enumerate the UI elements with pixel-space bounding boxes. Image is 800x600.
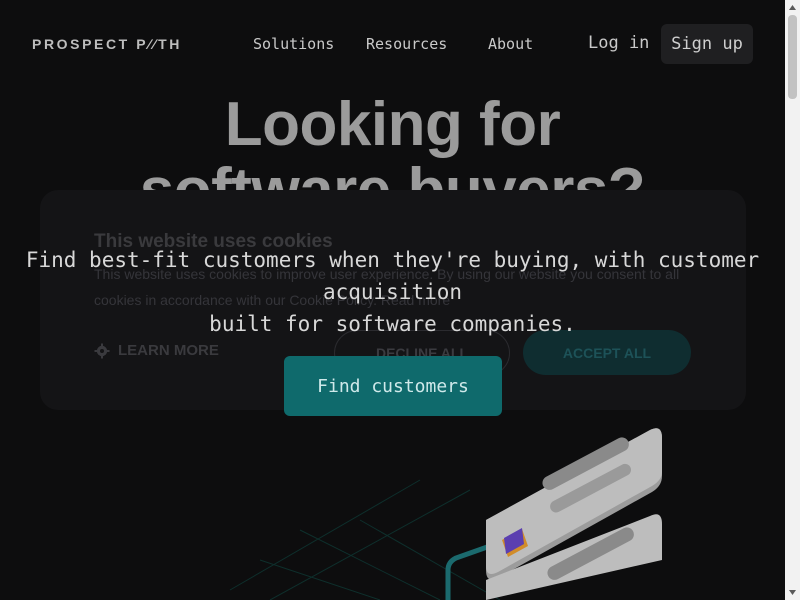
signup-button[interactable]: Sign up bbox=[661, 24, 753, 64]
login-link[interactable]: Log in bbox=[588, 33, 649, 53]
scrollbar-thumb[interactable] bbox=[788, 15, 797, 99]
nav-resources[interactable]: Resources bbox=[366, 35, 447, 53]
nav-about[interactable]: About bbox=[488, 35, 533, 53]
logo[interactable]: PROSPECT P∕∕TH bbox=[32, 36, 182, 52]
scrollbar[interactable] bbox=[785, 0, 800, 600]
scroll-up-icon[interactable] bbox=[785, 0, 800, 15]
grid-lines bbox=[229, 479, 501, 600]
learn-more-button[interactable]: LEARN MORE bbox=[94, 342, 219, 359]
page: PROSPECT P∕∕TH Solutions Resources About… bbox=[0, 0, 785, 600]
gear-icon bbox=[94, 343, 110, 358]
learn-more-label: LEARN MORE bbox=[118, 342, 219, 359]
hero-subheadline: Find best-fit customers when they're buy… bbox=[0, 244, 785, 340]
subheadline-line-2: built for software companies. bbox=[209, 312, 576, 336]
scroll-down-icon[interactable] bbox=[785, 585, 800, 600]
nav-solutions[interactable]: Solutions bbox=[253, 35, 334, 53]
subheadline-line-1: Find best-fit customers when they're buy… bbox=[25, 248, 760, 304]
hero-illustration bbox=[229, 428, 662, 600]
headline-line-1: Looking for bbox=[224, 90, 561, 159]
find-customers-button[interactable]: Find customers bbox=[284, 356, 502, 416]
